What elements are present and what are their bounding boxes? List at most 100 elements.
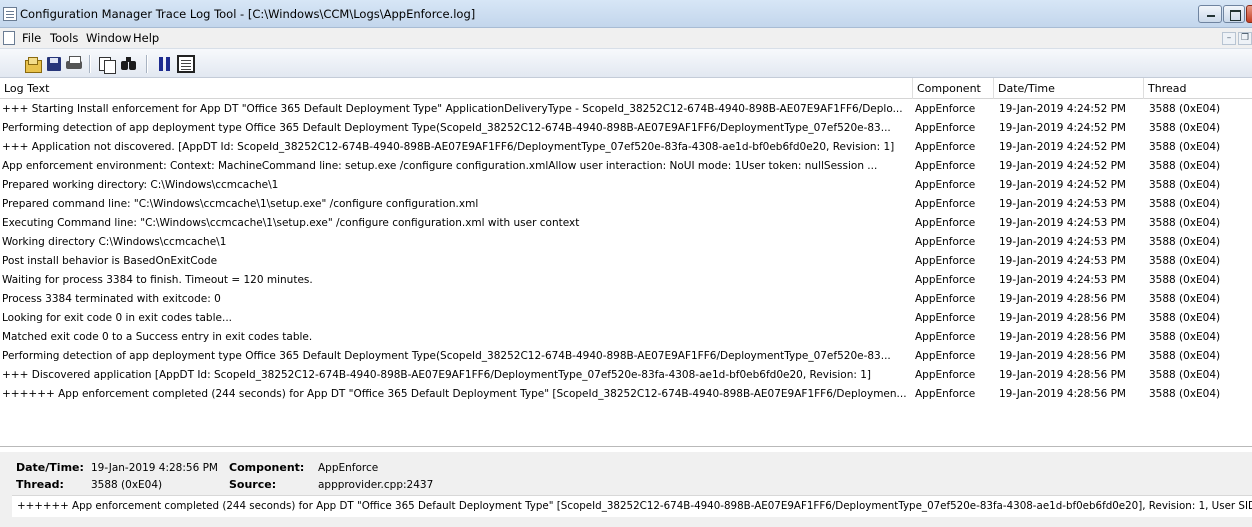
log-row[interactable]: Performing detection of app deployment t… [0,347,1252,366]
component-cell: AppEnforce [915,312,976,324]
message-text[interactable]: ++++++ App enforcement completed (244 se… [12,495,1252,517]
toolbar-separator [146,55,147,73]
thread-cell: 3588 (0xE04) [1149,274,1221,286]
log-row[interactable]: +++ Discovered application [AppDT Id: Sc… [0,366,1252,385]
log-row[interactable]: Waiting for process 3384 to finish. Time… [0,271,1252,290]
datetime-cell: 19-Jan-2019 4:28:56 PM [999,312,1126,324]
log-text-cell: Matched exit code 0 to a Success entry i… [2,331,313,343]
toolbar [0,48,1252,78]
window-title: Configuration Manager Trace Log Tool - [… [20,7,476,21]
thread-cell: 3588 (0xE04) [1149,293,1221,305]
open-folder-icon[interactable] [24,55,42,73]
datetime-cell: 19-Jan-2019 4:24:53 PM [999,217,1126,229]
toolbar-separator [89,55,90,73]
save-icon[interactable] [45,55,63,73]
log-row[interactable]: Process 3384 terminated with exitcode: 0… [0,290,1252,309]
thread-cell: 3588 (0xE04) [1149,331,1221,343]
menu-help[interactable]: Help [133,31,159,45]
column-header-log-text[interactable]: Log Text [0,78,913,99]
component-cell: AppEnforce [915,331,976,343]
minimize-button[interactable] [1198,5,1222,23]
print-icon[interactable] [65,55,83,73]
datetime-cell: 19-Jan-2019 4:24:53 PM [999,236,1126,248]
component-cell: AppEnforce [915,293,976,305]
datetime-cell: 19-Jan-2019 4:24:53 PM [999,255,1126,267]
thread-cell: 3588 (0xE04) [1149,160,1221,172]
thread-label: Thread: [16,478,64,491]
log-text-cell: Prepared working directory: C:\Windows\c… [2,179,279,191]
log-row[interactable]: Prepared command line: "C:\Windows\ccmca… [0,195,1252,214]
datetime-cell: 19-Jan-2019 4:24:52 PM [999,141,1126,153]
component-cell: AppEnforce [915,141,976,153]
log-row[interactable]: Executing Command line: "C:\Windows\ccmc… [0,214,1252,233]
column-header-datetime[interactable]: Date/Time [994,78,1144,99]
log-list[interactable]: Log Text Component Date/Time Thread +++ … [0,78,1252,447]
log-text-cell: +++ Starting Install enforcement for App… [2,103,903,115]
thread-cell: 3588 (0xE04) [1149,388,1221,400]
component-cell: AppEnforce [915,198,976,210]
thread-cell: 3588 (0xE04) [1149,350,1221,362]
pause-icon[interactable] [155,55,173,73]
log-text-cell: +++ Application not discovered. [AppDT I… [2,141,895,153]
component-cell: AppEnforce [915,255,976,267]
log-text-cell: Executing Command line: "C:\Windows\ccmc… [2,217,580,229]
log-text-cell: Post install behavior is BasedOnExitCode [2,255,218,267]
title-bar: Configuration Manager Trace Log Tool - [… [0,0,1252,28]
document-icon[interactable] [3,31,15,45]
datetime-cell: 19-Jan-2019 4:24:53 PM [999,198,1126,210]
log-row[interactable]: +++ Application not discovered. [AppDT I… [0,138,1252,157]
mdi-restore-icon[interactable]: ❐ [1238,32,1252,45]
menu-tools[interactable]: Tools [50,31,78,45]
component-cell: AppEnforce [915,217,976,229]
log-row[interactable]: +++ Starting Install enforcement for App… [0,100,1252,119]
copy-icon[interactable] [98,55,116,74]
thread-cell: 3588 (0xE04) [1149,198,1221,210]
datetime-cell: 19-Jan-2019 4:24:52 PM [999,122,1126,134]
mdi-minimize-icon[interactable]: – [1222,32,1236,45]
log-text-cell: App enforcement environment: Context: Ma… [2,160,878,172]
log-text-cell: +++ Discovered application [AppDT Id: Sc… [2,369,872,381]
maximize-button[interactable] [1223,5,1245,23]
log-row[interactable]: Performing detection of app deployment t… [0,119,1252,138]
log-text-cell: Performing detection of app deployment t… [2,350,891,362]
component-cell: AppEnforce [915,274,976,286]
log-row[interactable]: Working directory C:\Windows\ccmcache\1 A… [0,233,1252,252]
thread-cell: 3588 (0xE04) [1149,369,1221,381]
datetime-value: 19-Jan-2019 4:28:56 PM [91,462,218,474]
component-cell: AppEnforce [915,122,976,134]
log-row[interactable]: Post install behavior is BasedOnExitCode… [0,252,1252,271]
log-row[interactable]: Prepared working directory: C:\Windows\c… [0,176,1252,195]
log-row[interactable]: Looking for exit code 0 in exit codes ta… [0,309,1252,328]
datetime-cell: 19-Jan-2019 4:28:56 PM [999,350,1126,362]
source-value: appprovider.cpp:2437 [318,479,434,491]
component-cell: AppEnforce [915,350,976,362]
log-text-cell: Waiting for process 3384 to finish. Time… [2,274,313,286]
column-header-component[interactable]: Component [913,78,994,99]
datetime-label: Date/Time: [16,461,84,474]
component-value: AppEnforce [318,462,379,474]
datetime-cell: 19-Jan-2019 4:28:56 PM [999,369,1126,381]
menu-window[interactable]: Window [86,31,131,45]
close-button[interactable] [1246,5,1252,23]
component-cell: AppEnforce [915,369,976,381]
log-text-cell: Working directory C:\Windows\ccmcache\1 [2,236,227,248]
menu-bar: File Tools Window Help – ❐ [0,28,1252,48]
thread-cell: 3588 (0xE04) [1149,312,1221,324]
datetime-cell: 19-Jan-2019 4:24:52 PM [999,160,1126,172]
datetime-cell: 19-Jan-2019 4:24:52 PM [999,103,1126,115]
component-cell: AppEnforce [915,103,976,115]
menu-file[interactable]: File [22,31,41,45]
filter-icon[interactable] [177,55,195,73]
datetime-cell: 19-Jan-2019 4:24:52 PM [999,179,1126,191]
details-pane: Date/Time: 19-Jan-2019 4:28:56 PM Compon… [0,452,1252,527]
log-text-cell: ++++++ App enforcement completed (244 se… [2,388,907,400]
find-icon[interactable] [120,55,138,73]
column-header-thread[interactable]: Thread [1144,78,1252,99]
log-row[interactable]: App enforcement environment: Context: Ma… [0,157,1252,176]
log-row[interactable]: Matched exit code 0 to a Success entry i… [0,328,1252,347]
log-text-cell: Performing detection of app deployment t… [2,122,891,134]
datetime-cell: 19-Jan-2019 4:24:53 PM [999,274,1126,286]
thread-cell: 3588 (0xE04) [1149,236,1221,248]
log-row[interactable]: ++++++ App enforcement completed (244 se… [0,385,1252,404]
log-text-cell: Looking for exit code 0 in exit codes ta… [2,312,232,324]
